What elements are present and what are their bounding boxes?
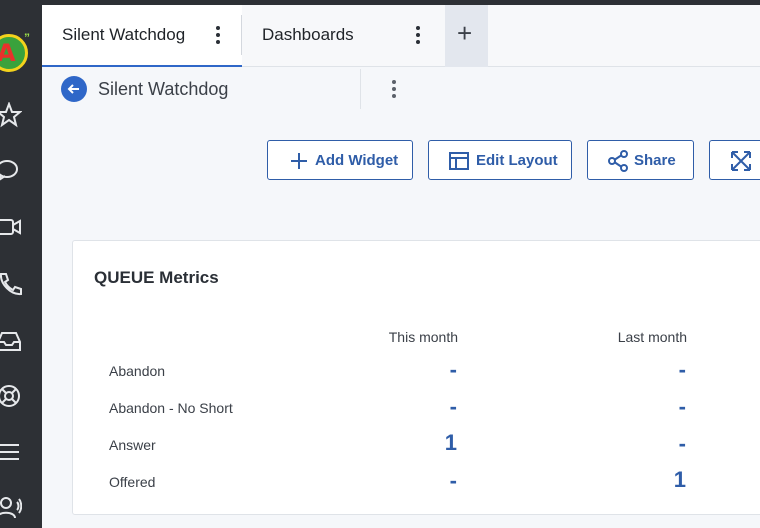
fullscreen-button[interactable] (709, 140, 760, 180)
column-header-this-month: This month (388, 329, 458, 345)
tab-label: Silent Watchdog (62, 25, 186, 44)
add-widget-label: Add Widget (315, 152, 399, 169)
value-this-month: - (449, 468, 457, 493)
app-logo-icon[interactable]: A” (0, 31, 30, 72)
value-this-month: - (449, 357, 457, 382)
expand-icon (731, 151, 751, 171)
share-label: Share (634, 152, 676, 169)
card-title: QUEUE Metrics (94, 268, 219, 287)
value-last-month: - (678, 431, 686, 456)
menu-icon[interactable] (0, 439, 22, 465)
breadcrumb: Silent Watchdog (42, 67, 760, 111)
add-widget-button[interactable]: Add Widget (267, 140, 413, 180)
tab-silent-watchdog[interactable]: Silent Watchdog (42, 5, 242, 67)
value-last-month: - (678, 357, 686, 382)
queue-metrics-card: QUEUE Metrics This month Last month Aban… (72, 240, 760, 515)
share-button[interactable]: Share (587, 140, 694, 180)
page-title: Silent Watchdog (98, 79, 229, 99)
layout-icon (449, 152, 469, 170)
page-more-icon[interactable] (389, 79, 399, 99)
tab-label: Dashboards (262, 25, 354, 44)
add-tab-button[interactable]: + (445, 5, 488, 67)
tab-dashboards[interactable]: Dashboards (242, 5, 445, 67)
tab-more-icon[interactable] (213, 25, 223, 45)
agent-icon[interactable] (0, 494, 23, 520)
plus-icon (291, 153, 307, 169)
value-last-month: - (678, 394, 686, 419)
breadcrumb-divider (360, 69, 361, 109)
edit-layout-button[interactable]: Edit Layout (428, 140, 572, 180)
value-this-month: - (449, 394, 457, 419)
arrow-left-icon (67, 84, 79, 94)
tab-bar: Silent Watchdog Dashboards + (42, 5, 760, 67)
column-header-last-month: Last month (617, 329, 687, 345)
value-this-month: 1 (444, 430, 457, 455)
row-label: Offered (109, 474, 156, 490)
plus-icon: + (457, 18, 473, 48)
edit-layout-label: Edit Layout (476, 152, 558, 169)
chat-icon[interactable] (0, 157, 22, 183)
tab-more-icon[interactable] (413, 25, 423, 45)
phone-icon[interactable] (0, 271, 22, 297)
inbox-icon[interactable] (0, 328, 22, 354)
left-rail: A” (0, 0, 42, 528)
star-icon[interactable] (0, 101, 23, 128)
row-label: Abandon - No Short (109, 400, 233, 416)
video-icon[interactable] (0, 214, 22, 240)
row-label: Abandon (109, 363, 166, 379)
support-icon[interactable] (0, 383, 22, 409)
share-icon (608, 150, 628, 172)
value-last-month: 1 (673, 467, 686, 492)
row-label: Answer (109, 437, 156, 453)
back-button[interactable] (61, 76, 87, 102)
